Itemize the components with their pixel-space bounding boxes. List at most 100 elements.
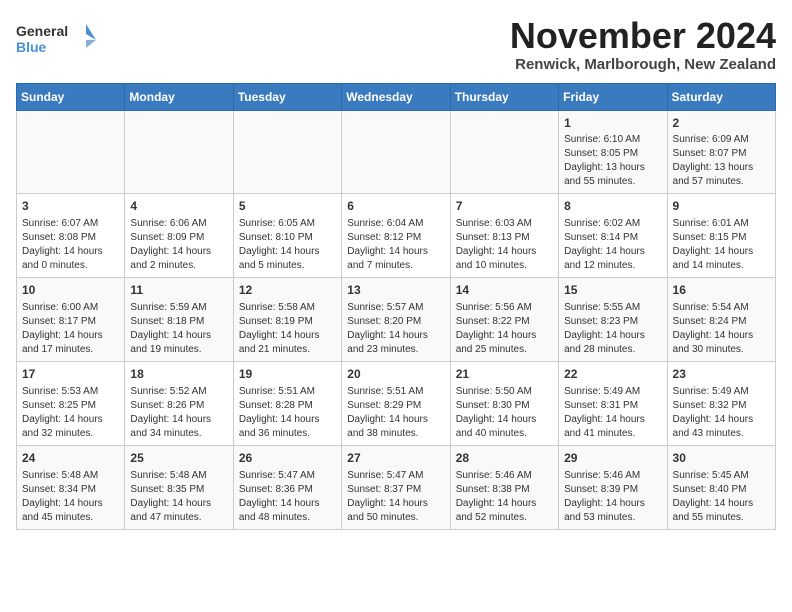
day-info-line: Sunrise: 6:00 AM [22, 301, 119, 315]
day-info-line: Sunset: 8:07 PM [673, 147, 770, 161]
day-info-line: Sunrise: 5:51 AM [239, 385, 336, 399]
month-title: November 2024 [510, 16, 776, 56]
day-info-line: and 17 minutes. [22, 343, 119, 357]
day-number: 29 [564, 450, 661, 467]
location-subtitle: Renwick, Marlborough, New Zealand [510, 56, 776, 73]
day-number: 7 [456, 198, 553, 215]
calendar-cell: 7Sunrise: 6:03 AMSunset: 8:13 PMDaylight… [450, 194, 558, 278]
day-number: 1 [564, 115, 661, 132]
day-info-line: Sunset: 8:19 PM [239, 315, 336, 329]
day-info-line: Sunset: 8:29 PM [347, 399, 444, 413]
day-info-line: Sunrise: 5:59 AM [130, 301, 227, 315]
page-header: General Blue November 2024 Renwick, Marl… [16, 16, 776, 73]
day-info-line: Daylight: 14 hours [347, 413, 444, 427]
day-number: 9 [673, 198, 770, 215]
day-info-line: Sunset: 8:10 PM [239, 231, 336, 245]
day-info-line: and 30 minutes. [673, 343, 770, 357]
day-info-line: Sunset: 8:24 PM [673, 315, 770, 329]
day-info-line: Daylight: 13 hours [673, 161, 770, 175]
calendar-cell: 21Sunrise: 5:50 AMSunset: 8:30 PMDayligh… [450, 361, 558, 445]
day-info-line: Sunrise: 5:55 AM [564, 301, 661, 315]
weekday-header-saturday: Saturday [667, 83, 775, 110]
day-info-line: Daylight: 14 hours [130, 245, 227, 259]
day-number: 20 [347, 366, 444, 383]
calendar-cell: 18Sunrise: 5:52 AMSunset: 8:26 PMDayligh… [125, 361, 233, 445]
day-info-line: Daylight: 14 hours [673, 497, 770, 511]
day-info-line: Sunrise: 5:56 AM [456, 301, 553, 315]
day-number: 26 [239, 450, 336, 467]
day-info-line: Sunrise: 6:02 AM [564, 217, 661, 231]
day-info-line: and 14 minutes. [673, 259, 770, 273]
day-info-line: Sunset: 8:25 PM [22, 399, 119, 413]
day-number: 12 [239, 282, 336, 299]
calendar-cell [125, 110, 233, 194]
day-number: 4 [130, 198, 227, 215]
week-row-3: 10Sunrise: 6:00 AMSunset: 8:17 PMDayligh… [17, 278, 776, 362]
day-info-line: and 0 minutes. [22, 259, 119, 273]
day-info-line: Sunset: 8:18 PM [130, 315, 227, 329]
calendar-cell: 24Sunrise: 5:48 AMSunset: 8:34 PMDayligh… [17, 445, 125, 529]
day-info-line: and 48 minutes. [239, 511, 336, 525]
calendar-cell: 2Sunrise: 6:09 AMSunset: 8:07 PMDaylight… [667, 110, 775, 194]
calendar-cell: 4Sunrise: 6:06 AMSunset: 8:09 PMDaylight… [125, 194, 233, 278]
svg-text:General: General [16, 23, 68, 39]
logo-svg: General Blue [16, 20, 96, 62]
week-row-4: 17Sunrise: 5:53 AMSunset: 8:25 PMDayligh… [17, 361, 776, 445]
day-info-line: Sunset: 8:20 PM [347, 315, 444, 329]
day-info-line: Sunset: 8:37 PM [347, 483, 444, 497]
day-info-line: Sunset: 8:34 PM [22, 483, 119, 497]
day-info-line: and 34 minutes. [130, 427, 227, 441]
day-info-line: Daylight: 14 hours [22, 497, 119, 511]
day-info-line: Sunrise: 5:52 AM [130, 385, 227, 399]
day-info-line: Daylight: 14 hours [564, 329, 661, 343]
day-info-line: Sunset: 8:36 PM [239, 483, 336, 497]
day-info-line: Sunrise: 6:03 AM [456, 217, 553, 231]
day-info-line: Daylight: 14 hours [456, 245, 553, 259]
calendar-cell: 11Sunrise: 5:59 AMSunset: 8:18 PMDayligh… [125, 278, 233, 362]
day-number: 28 [456, 450, 553, 467]
day-info-line: Daylight: 14 hours [130, 413, 227, 427]
day-number: 22 [564, 366, 661, 383]
day-number: 21 [456, 366, 553, 383]
calendar-cell [450, 110, 558, 194]
day-info-line: Sunset: 8:30 PM [456, 399, 553, 413]
calendar-cell: 6Sunrise: 6:04 AMSunset: 8:12 PMDaylight… [342, 194, 450, 278]
day-info-line: Daylight: 14 hours [564, 497, 661, 511]
day-info-line: and 21 minutes. [239, 343, 336, 357]
day-info-line: and 47 minutes. [130, 511, 227, 525]
day-info-line: Sunset: 8:12 PM [347, 231, 444, 245]
calendar-cell: 23Sunrise: 5:49 AMSunset: 8:32 PMDayligh… [667, 361, 775, 445]
day-info-line: Daylight: 14 hours [456, 497, 553, 511]
svg-text:Blue: Blue [16, 39, 47, 55]
day-info-line: Daylight: 14 hours [22, 329, 119, 343]
day-info-line: Daylight: 14 hours [456, 413, 553, 427]
day-info-line: and 55 minutes. [673, 511, 770, 525]
day-info-line: Daylight: 14 hours [239, 497, 336, 511]
calendar-cell: 20Sunrise: 5:51 AMSunset: 8:29 PMDayligh… [342, 361, 450, 445]
day-info-line: Sunrise: 5:57 AM [347, 301, 444, 315]
day-info-line: Sunrise: 5:58 AM [239, 301, 336, 315]
day-info-line: and 2 minutes. [130, 259, 227, 273]
day-info-line: Daylight: 14 hours [673, 329, 770, 343]
day-info-line: and 36 minutes. [239, 427, 336, 441]
day-info-line: Sunrise: 6:05 AM [239, 217, 336, 231]
day-info-line: and 23 minutes. [347, 343, 444, 357]
day-info-line: Sunrise: 6:06 AM [130, 217, 227, 231]
calendar-cell: 22Sunrise: 5:49 AMSunset: 8:31 PMDayligh… [559, 361, 667, 445]
day-number: 3 [22, 198, 119, 215]
week-row-5: 24Sunrise: 5:48 AMSunset: 8:34 PMDayligh… [17, 445, 776, 529]
day-number: 27 [347, 450, 444, 467]
day-info-line: Daylight: 14 hours [347, 245, 444, 259]
calendar-cell: 13Sunrise: 5:57 AMSunset: 8:20 PMDayligh… [342, 278, 450, 362]
day-info-line: Daylight: 14 hours [130, 497, 227, 511]
weekday-header-row: SundayMondayTuesdayWednesdayThursdayFrid… [17, 83, 776, 110]
calendar-cell: 1Sunrise: 6:10 AMSunset: 8:05 PMDaylight… [559, 110, 667, 194]
calendar-cell: 26Sunrise: 5:47 AMSunset: 8:36 PMDayligh… [233, 445, 341, 529]
day-info-line: Sunset: 8:32 PM [673, 399, 770, 413]
day-info-line: Daylight: 14 hours [130, 329, 227, 343]
day-info-line: Sunset: 8:31 PM [564, 399, 661, 413]
calendar-cell: 10Sunrise: 6:00 AMSunset: 8:17 PMDayligh… [17, 278, 125, 362]
weekday-header-tuesday: Tuesday [233, 83, 341, 110]
day-info-line: Daylight: 14 hours [22, 413, 119, 427]
day-number: 19 [239, 366, 336, 383]
